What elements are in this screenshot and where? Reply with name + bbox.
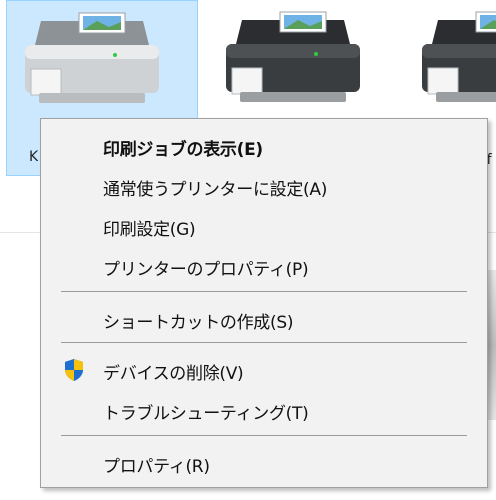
menu-item-label: プロパティ(R): [103, 457, 210, 477]
menu-item-label: 通常使うプリンターに設定(A): [103, 180, 328, 200]
menu-item-printer-properties[interactable]: プリンターのプロパティ(P): [41, 247, 487, 281]
menu-item-print-settings[interactable]: 印刷設定(G): [41, 207, 487, 241]
menu-item-set-default-printer[interactable]: 通常使うプリンターに設定(A): [41, 167, 487, 201]
menu-item-properties[interactable]: プロパティ(R): [41, 444, 487, 478]
uac-shield-icon: [65, 359, 83, 381]
menu-item-label: 印刷設定(G): [103, 220, 196, 240]
menu-separator: [61, 291, 467, 292]
context-menu: 印刷ジョブの表示(E) 通常使うプリンターに設定(A) 印刷設定(G) プリンタ…: [40, 118, 488, 488]
menu-separator: [61, 342, 467, 343]
menu-item-label: トラブルシューティング(T): [103, 404, 309, 424]
printer-icon: [422, 11, 496, 102]
menu-item-troubleshoot[interactable]: トラブルシューティング(T): [41, 391, 487, 425]
printer-name: K: [29, 149, 39, 165]
menu-item-label: ショートカットの作成(S): [103, 313, 294, 333]
menu-separator: [61, 435, 467, 436]
printer-icon: [226, 11, 360, 102]
menu-item-view-print-jobs[interactable]: 印刷ジョブの表示(E): [41, 127, 487, 161]
menu-item-create-shortcut[interactable]: ショートカットの作成(S): [41, 300, 487, 334]
menu-item-label: 印刷ジョブの表示(E): [103, 140, 263, 160]
menu-item-label: プリンターのプロパティ(P): [103, 260, 309, 280]
menu-item-label: デバイスの削除(V): [103, 364, 244, 384]
menu-item-remove-device[interactable]: デバイスの削除(V): [41, 351, 487, 385]
printer-icon: [25, 12, 159, 103]
